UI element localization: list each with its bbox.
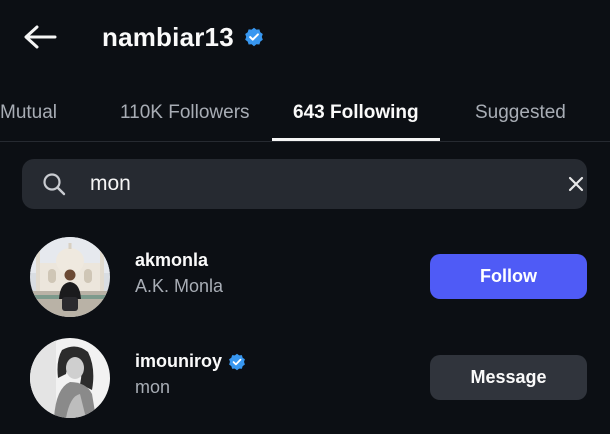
arrow-left-icon — [24, 25, 57, 49]
clear-search-button[interactable] — [564, 172, 588, 196]
username-wrap: imouniroy — [135, 351, 246, 372]
follow-button[interactable]: Follow — [430, 254, 587, 299]
avatar[interactable] — [30, 237, 110, 317]
username[interactable]: imouniroy — [135, 351, 222, 372]
search-input[interactable] — [90, 167, 530, 201]
page-title: nambiar13 — [102, 21, 234, 52]
full-name: A.K. Monla — [135, 276, 224, 296]
close-icon — [568, 176, 584, 192]
active-tab-indicator — [272, 138, 440, 141]
tab-following[interactable]: 643 Following — [293, 96, 419, 130]
message-button[interactable]: Message — [430, 355, 587, 400]
search-bar — [22, 159, 587, 209]
list-item[interactable]: imouniroy mon Message — [0, 333, 610, 423]
back-button[interactable] — [20, 20, 60, 54]
title-wrap: nambiar13 — [102, 20, 264, 54]
tab-mutual[interactable]: Mutual — [0, 96, 57, 130]
verified-badge-icon — [244, 27, 264, 47]
tab-bar: Mutual 110K Followers 643 Following Sugg… — [0, 86, 610, 142]
tab-suggested[interactable]: Suggested — [475, 96, 566, 130]
following-screen: nambiar13 Mutual 110K Followers 643 Foll… — [0, 0, 610, 434]
tab-followers[interactable]: 110K Followers — [120, 96, 250, 130]
verified-badge-icon — [228, 353, 246, 371]
header: nambiar13 — [0, 0, 610, 72]
list-item[interactable]: akmonla A.K. Monla Follow — [0, 232, 610, 322]
username[interactable]: akmonla — [135, 250, 208, 271]
full-name: mon — [135, 377, 171, 397]
avatar[interactable] — [30, 338, 110, 418]
username-wrap: akmonla — [135, 250, 208, 271]
search-icon — [42, 172, 66, 196]
